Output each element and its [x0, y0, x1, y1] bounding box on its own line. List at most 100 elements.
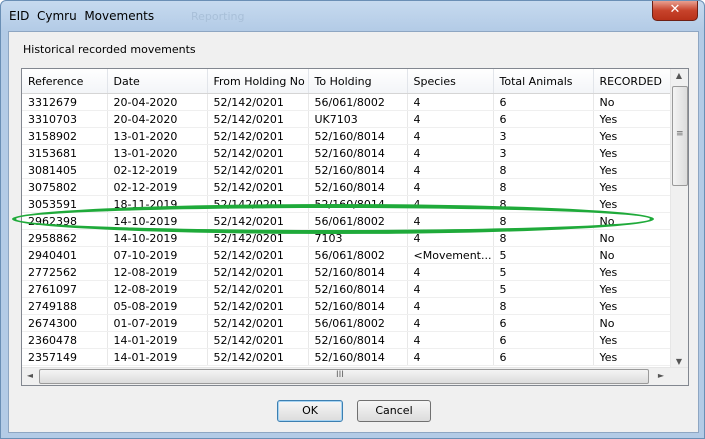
table-cell: 01-07-2019: [107, 314, 208, 332]
movements-table: Reference Date From Holding No To Holding Sp…: [22, 69, 672, 366]
scroll-left-icon[interactable]: ◄: [22, 371, 38, 380]
column-header[interactable]: Total Animals: [493, 69, 594, 94]
vertical-scrollbar[interactable]: ▲ ≡ ▼: [670, 69, 688, 368]
table-cell: 8: [493, 161, 594, 179]
column-header[interactable]: Reference: [22, 69, 108, 94]
column-header[interactable]: RECORDED: [593, 69, 672, 94]
table-cell: 3153681: [22, 144, 108, 162]
table-row[interactable]: 3153681 13-01-2020 52/142/0201 52/160/8014 4…: [22, 144, 672, 162]
table-cell: Yes: [593, 161, 672, 179]
table-cell: 14-01-2019: [107, 348, 208, 366]
table-cell: 8: [493, 195, 594, 213]
table-cell: Yes: [593, 110, 672, 128]
table-cell: 8: [493, 229, 594, 247]
table-cell: 56/061/8002: [308, 246, 408, 264]
table-cell: 8: [493, 178, 594, 196]
scroll-right-icon[interactable]: ►: [653, 371, 669, 380]
table-cell: 07-10-2019: [107, 246, 208, 264]
horizontal-scrollbar[interactable]: ◄ III ►: [22, 367, 688, 385]
vertical-scroll-thumb[interactable]: ≡: [672, 86, 688, 186]
column-header[interactable]: To Holding: [308, 69, 408, 94]
table-cell: 52/142/0201: [207, 297, 309, 315]
table-row[interactable]: 3312679 20-04-2020 52/142/0201 56/061/8002 4…: [22, 93, 672, 111]
table-cell: Yes: [593, 348, 672, 366]
table-cell: 52/142/0201: [207, 280, 309, 298]
table-cell: 02-12-2019: [107, 178, 208, 196]
grip-icon: ≡: [676, 129, 684, 139]
table-cell: 2360478: [22, 331, 108, 349]
table-cell: 52/142/0201: [207, 93, 309, 111]
table-row[interactable]: 2761097 12-08-2019 52/142/0201 52/160/8014 4…: [22, 280, 672, 298]
table-row[interactable]: 3081405 02-12-2019 52/142/0201 52/160/8014 4…: [22, 161, 672, 179]
table-row[interactable]: 2958862 14-10-2019 52/142/0201 7103 4 8 No: [22, 229, 672, 247]
dialog-window: EID Cymru Movements Reporting ✕ Historic…: [0, 0, 705, 439]
table-cell: 4: [407, 161, 494, 179]
table-cell: 4: [407, 212, 494, 230]
table-cell: 8: [493, 212, 594, 230]
table-row[interactable]: 3158902 13-01-2020 52/142/0201 52/160/8014 4…: [22, 127, 672, 145]
table-row[interactable]: 2357149 14-01-2019 52/142/0201 52/160/8014 4…: [22, 348, 672, 366]
table-cell: 52/160/8014: [308, 297, 408, 315]
table-cell: 52/142/0201: [207, 212, 309, 230]
table-cell: 2357149: [22, 348, 108, 366]
table-cell: 52/160/8014: [308, 263, 408, 281]
table-cell: 52/160/8014: [308, 127, 408, 145]
cancel-button[interactable]: Cancel: [357, 400, 431, 422]
table-cell: 52/142/0201: [207, 331, 309, 349]
window-title: EID Cymru Movements: [9, 9, 155, 23]
table-row[interactable]: 3075802 02-12-2019 52/142/0201 52/160/8014 4…: [22, 178, 672, 196]
table-row[interactable]: 2749188 05-08-2019 52/142/0201 52/160/8014 4…: [22, 297, 672, 315]
table-row[interactable]: 2772562 12-08-2019 52/142/0201 52/160/8014 4…: [22, 263, 672, 281]
table-row[interactable]: 3310703 20-04-2020 52/142/0201 UK7103 4 6 Yes: [22, 110, 672, 128]
table-cell: 14-10-2019: [107, 229, 208, 247]
movements-group-label: Historical recorded movements: [23, 43, 196, 56]
table-cell: 4: [407, 110, 494, 128]
ok-button[interactable]: OK: [277, 400, 343, 422]
table-row[interactable]: 2360478 14-01-2019 52/142/0201 52/160/8014 4…: [22, 331, 672, 349]
column-header[interactable]: Date: [107, 69, 208, 94]
close-button[interactable]: ✕: [652, 1, 698, 21]
table-cell: 4: [407, 314, 494, 332]
table-cell: 52/142/0201: [207, 314, 309, 332]
table-cell: 2958862: [22, 229, 108, 247]
table-cell: 4: [407, 331, 494, 349]
table-cell: 56/061/8002: [308, 314, 408, 332]
table-cell: Yes: [593, 178, 672, 196]
table-row[interactable]: 2674300 01-07-2019 52/142/0201 56/061/8002 4…: [22, 314, 672, 332]
table-cell: 12-08-2019: [107, 263, 208, 281]
close-icon: ✕: [669, 2, 681, 17]
table-cell: 6: [493, 314, 594, 332]
table-cell: No: [593, 212, 672, 230]
table-row[interactable]: 2962398 14-10-2019 52/142/0201 56/061/8002 4…: [22, 212, 672, 230]
table-cell: 3: [493, 144, 594, 162]
table-cell: 3081405: [22, 161, 108, 179]
table-cell: 52/142/0201: [207, 195, 309, 213]
table-cell: 52/160/8014: [308, 331, 408, 349]
table-cell: 05-08-2019: [107, 297, 208, 315]
table-cell: 52/142/0201: [207, 348, 309, 366]
table-cell: 3053591: [22, 195, 108, 213]
table-cell: 3: [493, 127, 594, 145]
scroll-down-icon[interactable]: ▼: [671, 357, 687, 366]
table-row[interactable]: 3053591 18-11-2019 52/142/0201 52/160/8014 4…: [22, 195, 672, 213]
table-cell: 14-01-2019: [107, 331, 208, 349]
table-header-row: Reference Date From Holding No To Holding Sp…: [22, 69, 672, 94]
horizontal-scroll-thumb[interactable]: III: [39, 369, 649, 384]
title-bar[interactable]: EID Cymru Movements Reporting ✕: [1, 1, 704, 31]
table-cell: 52/160/8014: [308, 348, 408, 366]
table-cell: 52/160/8014: [308, 280, 408, 298]
table-cell: 52/142/0201: [207, 110, 309, 128]
table-cell: 20-04-2020: [107, 93, 208, 111]
table-cell: <Movement...: [407, 246, 494, 264]
table-row[interactable]: 2940401 07-10-2019 52/142/0201 56/061/8002 <…: [22, 246, 672, 264]
table-cell: 2772562: [22, 263, 108, 281]
table-cell: No: [593, 246, 672, 264]
scroll-up-icon[interactable]: ▲: [671, 71, 687, 80]
table-cell: 56/061/8002: [308, 93, 408, 111]
movements-list[interactable]: Reference Date From Holding No To Holding Sp…: [21, 68, 689, 386]
column-header[interactable]: Species: [407, 69, 494, 94]
table-cell: 2761097: [22, 280, 108, 298]
table-cell: 4: [407, 93, 494, 111]
table-cell: 02-12-2019: [107, 161, 208, 179]
column-header[interactable]: From Holding No: [207, 69, 309, 94]
